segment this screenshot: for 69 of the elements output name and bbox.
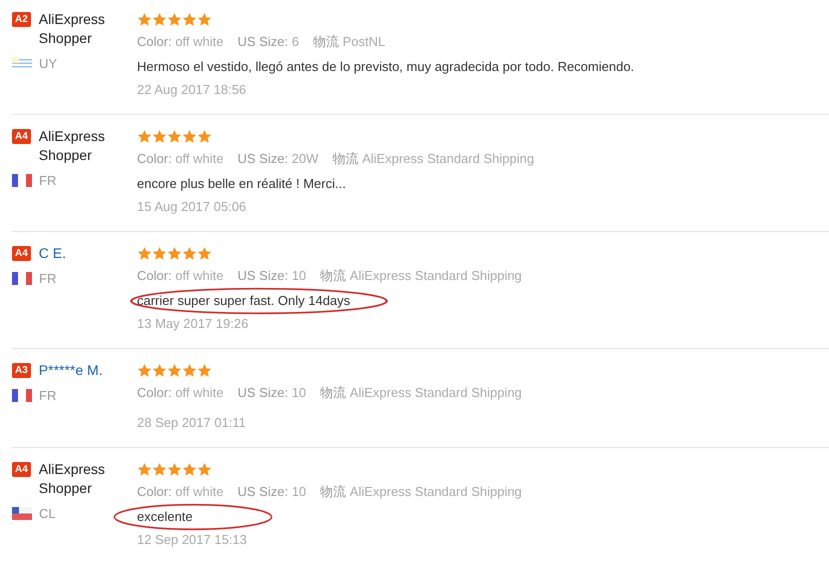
flag-icon	[12, 507, 32, 520]
country-code: FR	[39, 387, 56, 405]
attribute-text: Color: off white	[137, 483, 224, 501]
star-icon	[137, 363, 152, 378]
star-icon	[182, 246, 197, 261]
star-icon	[197, 129, 212, 144]
flag-icon	[12, 272, 32, 286]
review-date: 12 Sep 2017 15:13	[137, 531, 248, 549]
attribute-text: 物流 AliExpress Standard Shipping	[320, 267, 522, 285]
reviewer-name: AliExpress Shopper	[38, 127, 106, 165]
country-code: CL	[39, 505, 56, 523]
star-icon	[167, 363, 182, 378]
star-icon	[137, 12, 152, 27]
country-code: FR	[39, 172, 56, 190]
star-icon	[182, 363, 197, 378]
level-badge: A3	[12, 363, 31, 378]
reviewer-name: AliExpress Shopper	[38, 10, 106, 48]
star-icon	[152, 12, 167, 27]
review-date: 22 Aug 2017 18:56	[137, 81, 248, 99]
star-icon	[137, 246, 152, 261]
review-comment: Hermoso el vestido, llegó antes de lo previsto, muy agradecida por todo. Recomiendo.	[137, 58, 634, 76]
review-comment: carrier super super fast. Only 14days	[137, 292, 352, 310]
flag-icon	[12, 174, 32, 188]
review-date: 28 Sep 2017 01:11	[137, 414, 247, 432]
level-badge: A2	[12, 12, 31, 27]
star-icon	[152, 246, 167, 261]
star-icon	[152, 129, 167, 144]
star-icon	[182, 129, 197, 144]
attribute-text: US Size: 10	[238, 384, 306, 402]
star-icon	[167, 129, 182, 144]
level-badge: A4	[12, 129, 31, 144]
level-badge: A4	[12, 462, 31, 477]
review-date: 13 May 2017 19:26	[137, 315, 250, 333]
attribute-text: Color: off white	[137, 384, 224, 402]
attribute-text: US Size: 10	[238, 267, 306, 285]
star-icon	[182, 462, 197, 477]
level-badge: A4	[12, 246, 31, 261]
star-icon	[167, 462, 182, 477]
attribute-text: US Size: 10	[238, 483, 306, 501]
reviewer-name[interactable]: C E.	[38, 244, 66, 263]
attribute-text: 物流 AliExpress Standard Shipping	[320, 384, 522, 402]
star-icon	[167, 246, 182, 261]
star-icon	[167, 12, 182, 27]
review-comment: encore plus belle en réalité ! Merci...	[137, 175, 347, 193]
attribute-text: US Size: 6	[238, 33, 299, 51]
star-icon	[152, 363, 167, 378]
reviewer-name: AliExpress Shopper	[38, 460, 106, 498]
reviewer-name[interactable]: P*****e M.	[38, 361, 103, 380]
star-icon	[197, 462, 212, 477]
country-code: UY	[39, 55, 58, 73]
attribute-text: US Size: 20W	[238, 150, 318, 168]
review-date: 15 Aug 2017 05:06	[137, 198, 248, 216]
attribute-text: 物流 AliExpress Standard Shipping	[320, 483, 522, 501]
star-icon	[137, 462, 152, 477]
attribute-text: 物流 AliExpress Standard Shipping	[332, 150, 534, 168]
attribute-text: Color: off white	[137, 267, 224, 285]
flag-icon	[12, 57, 32, 70]
star-icon	[197, 12, 212, 27]
star-icon	[197, 363, 212, 378]
star-icon	[152, 462, 167, 477]
review-comment: excelente	[137, 508, 194, 526]
attribute-text: Color: off white	[137, 33, 224, 51]
star-icon	[197, 246, 212, 261]
star-icon	[137, 129, 152, 144]
attribute-text: 物流 PostNL	[312, 33, 386, 51]
country-code: FR	[39, 270, 56, 288]
star-icon	[182, 12, 197, 27]
flag-icon	[12, 389, 32, 402]
attribute-text: Color: off white	[137, 150, 224, 168]
